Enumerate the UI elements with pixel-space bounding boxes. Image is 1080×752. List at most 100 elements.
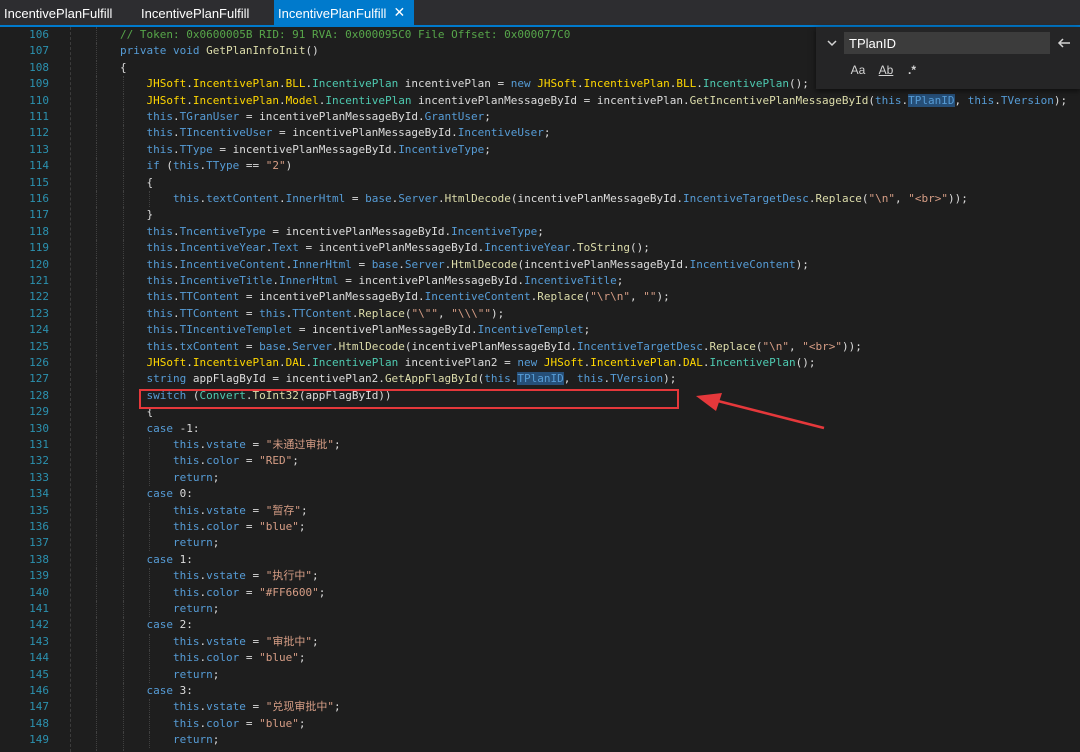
code-line[interactable]: 112 this.TIncentiveUser = incentivePlanMe… (0, 125, 1080, 142)
code-token: , (954, 93, 968, 107)
code-line[interactable]: 146 case 3: (0, 683, 1080, 699)
code-line[interactable]: 137 return; (0, 535, 1080, 552)
code-token: IncentiveTitle (524, 274, 617, 287)
code-line[interactable]: 147 this.vstate = "兑现审批中"; (0, 699, 1080, 716)
tab-incentiveplanfulfill-2[interactable]: IncentivePlanFulfill (137, 0, 272, 25)
code-line[interactable]: 125 this.txContent = base.Server.HtmlDeco… (0, 338, 1080, 355)
code-line[interactable]: 144 this.color = "blue"; (0, 650, 1080, 667)
code-token: IncentivePlan (702, 77, 789, 91)
code-text: this.textContent.InnerHtml = base.Server… (173, 191, 968, 207)
regex-toggle[interactable]: .* (902, 61, 922, 79)
code-line[interactable]: 143 this.vstate = "审批中"; (0, 633, 1080, 650)
line-number: 109 (29, 77, 49, 91)
code-text: this.TncentiveType = incentivePlanMessag… (147, 224, 544, 240)
code-token: = (245, 569, 266, 583)
code-text: } (147, 207, 154, 223)
code-line[interactable]: 119 this.IncentiveYear.Text = incentivePl… (0, 240, 1080, 257)
code-token: . (994, 93, 1001, 107)
code-text: return; (173, 667, 219, 683)
code-line[interactable]: 120 this.IncentiveContent.InnerHtml = bas… (0, 256, 1080, 273)
code-token: return (173, 733, 213, 747)
line-number: 141 (29, 602, 49, 615)
code-text: JHSoft.IncentivePlan.BLL.IncentivePlan i… (147, 76, 809, 92)
indent-guide (96, 732, 97, 749)
indent-guide (122, 748, 124, 752)
code-line[interactable]: 110 JHSoft.IncentivePlan.Model.IncentiveP… (0, 92, 1080, 109)
code-line[interactable]: 123 this.TTContent = this.TTContent.Repla… (0, 305, 1080, 322)
code-token: . (331, 339, 339, 353)
code-token: ; (212, 602, 220, 615)
tab-incentiveplanfulfill-1[interactable]: IncentivePlanFulfill (0, 0, 135, 25)
indent-guide (122, 683, 124, 699)
code-token: BLL (676, 77, 697, 91)
code-token: = incentivePlanMessageById. (292, 323, 478, 337)
code-line[interactable]: 133 return; (0, 469, 1080, 486)
indent-guide (149, 633, 150, 650)
indent-guide (96, 519, 97, 535)
whole-word-toggle[interactable]: Ab (876, 61, 896, 79)
code-token: = (239, 520, 260, 533)
code-line[interactable]: 114 if (this.TType == "2") (0, 158, 1080, 175)
code-token: this (173, 569, 200, 583)
code-line[interactable]: 140 this.color = "#FF6600"; (0, 584, 1080, 601)
code-line[interactable]: 117} (0, 207, 1080, 224)
code-line[interactable]: 136 this.color = "blue"; (0, 519, 1080, 535)
code-token: "暂存" (265, 503, 301, 517)
code-line[interactable]: 139 this.vstate = "执行中"; (0, 568, 1080, 585)
code-token: . (437, 192, 445, 205)
code-line[interactable]: 131 this.vstate = "未通过审批"; (0, 437, 1080, 453)
code-line[interactable]: 149 return; (0, 732, 1080, 749)
line-number: 121 (29, 274, 49, 287)
code-line[interactable]: 130 case -1: (0, 420, 1080, 437)
code-token: InnerHtml (278, 274, 339, 287)
code-line[interactable]: 135 this.vstate = "暂存"; (0, 502, 1080, 519)
code-text: this.color = "blue"; (173, 716, 306, 732)
code-line[interactable]: 148 this.color = "blue"; (0, 715, 1080, 732)
match-case-toggle[interactable]: Aa (848, 61, 868, 79)
arrow-left-icon[interactable] (1056, 35, 1072, 51)
line-number: 111 (29, 110, 49, 123)
code-token: IncentiveTargetDesc (683, 192, 809, 205)
code-line[interactable]: 134 case 0: (0, 486, 1080, 503)
code-token: TVersion (610, 372, 664, 386)
code-line[interactable]: 126 JHSoft.IncentivePlan.DAL.IncentivePla… (0, 355, 1080, 371)
code-token: "<br>" (908, 192, 948, 205)
find-input[interactable] (847, 34, 1051, 52)
indent-guide (96, 125, 97, 142)
code-token: = incentivePlanMessageById. (212, 142, 399, 156)
chevron-down-icon[interactable] (826, 37, 838, 49)
code-text: { (147, 175, 154, 191)
code-line[interactable]: 121 this.IncentiveTitle.InnerHtml = incen… (0, 273, 1080, 289)
code-line[interactable]: 122 this.TTContent = incentivePlanMessage… (0, 289, 1080, 306)
code-editor[interactable]: 106 // Token: 0x0600005B RID: 91 RVA: 0x0… (0, 27, 1080, 752)
code-line[interactable]: 132 this.color = "RED"; (0, 453, 1080, 470)
indent-guide (122, 519, 124, 535)
close-icon[interactable]: ✕ (392, 5, 406, 19)
code-token: this (173, 454, 200, 468)
code-line[interactable]: 138 case 1: (0, 551, 1080, 568)
code-token: IncentiveTargetDesc (577, 339, 703, 353)
code-line[interactable]: 127 string appFlagById = incentivePlan2.G… (0, 371, 1080, 388)
code-line[interactable]: 111 this.TGranUser = incentivePlanMessage… (0, 109, 1080, 125)
code-token: )); (841, 339, 862, 353)
indent-guide (96, 469, 97, 486)
code-token: HtmlDecode (338, 339, 405, 353)
code-line[interactable]: 124 this.TIncentiveTemplet = incentivePla… (0, 322, 1080, 339)
code-token: HtmlDecode (451, 257, 518, 271)
line-number: 144 (29, 651, 49, 665)
highlight-box-annotation (139, 389, 679, 409)
code-token: HtmlDecode (444, 192, 511, 205)
code-line[interactable]: 150 case 4: (0, 748, 1080, 752)
code-line[interactable]: 142 case 2: (0, 617, 1080, 634)
code-line[interactable]: 145 return; (0, 666, 1080, 683)
tab-label: IncentivePlanFulfill (141, 6, 250, 21)
code-text: { (120, 60, 127, 76)
tab-incentiveplanfulfill-active[interactable]: IncentivePlanFulfill ✕ (274, 0, 414, 25)
code-line[interactable]: 118 this.TncentiveType = incentivePlanMes… (0, 223, 1080, 240)
code-line[interactable]: 116 this.textContent.InnerHtml = base.Ser… (0, 191, 1080, 207)
code-line[interactable]: 115 { (0, 174, 1080, 191)
code-token: InnerHtml (292, 257, 352, 271)
code-token: = incentivePlanMessageById. (338, 274, 525, 287)
code-line[interactable]: 141 return; (0, 601, 1080, 617)
code-line[interactable]: 113 this.TType = incentivePlanMessageById… (0, 141, 1080, 158)
